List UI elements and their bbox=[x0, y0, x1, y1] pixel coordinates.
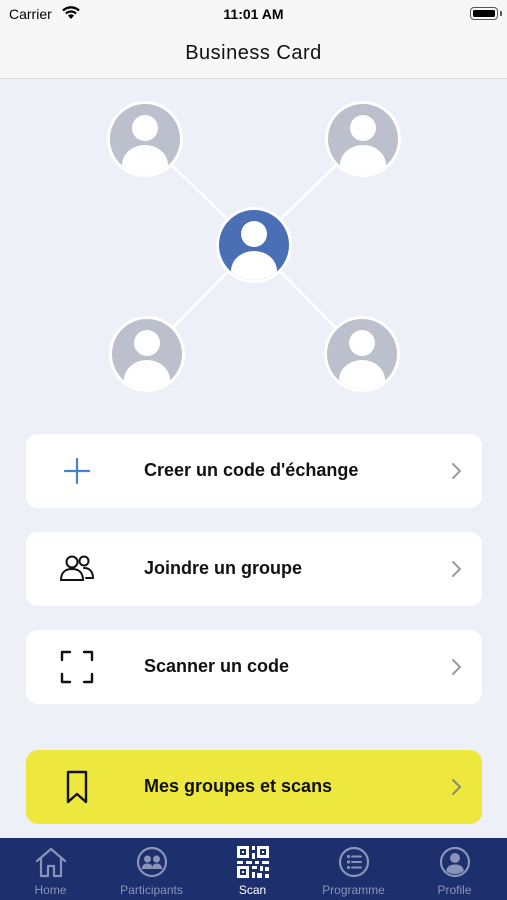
tab-home-label: Home bbox=[34, 883, 67, 897]
tab-programme-label: Programme bbox=[322, 883, 385, 897]
scan-code-label: Scanner un code bbox=[144, 656, 290, 676]
participants-icon bbox=[136, 846, 167, 878]
avatar-node-bottom-right bbox=[324, 316, 400, 392]
create-exchange-code-label: Creer un code d'échange bbox=[144, 460, 359, 480]
chevron-right-icon bbox=[452, 561, 461, 577]
scan-code-button[interactable]: Scanner un code bbox=[26, 630, 482, 704]
avatar-node-center bbox=[216, 207, 292, 283]
page-title: Business Card bbox=[185, 42, 322, 64]
network-illustration bbox=[107, 101, 401, 392]
join-group-label: Joindre un groupe bbox=[144, 558, 303, 578]
home-icon bbox=[35, 847, 66, 878]
chevron-right-icon bbox=[452, 463, 461, 479]
my-groups-and-scans-label: Mes groupes et scans bbox=[144, 776, 333, 796]
tab-scan[interactable]: Scan bbox=[202, 838, 303, 900]
my-groups-and-scans-button[interactable]: Mes groupes et scans bbox=[26, 750, 482, 824]
battery-icon bbox=[470, 7, 502, 20]
group-icon bbox=[59, 555, 95, 581]
tab-home[interactable]: Home bbox=[0, 838, 101, 900]
qr-code-icon bbox=[236, 846, 269, 878]
chevron-right-icon bbox=[452, 779, 461, 795]
join-group-button[interactable]: Joindre un groupe bbox=[26, 532, 482, 606]
tab-scan-label: Scan bbox=[238, 883, 267, 897]
avatar-node-top-left bbox=[107, 101, 183, 177]
tab-profile-label: Profile bbox=[437, 883, 472, 897]
avatar-node-bottom-left bbox=[109, 316, 185, 392]
bookmark-icon bbox=[66, 770, 88, 804]
tab-programme[interactable]: Programme bbox=[303, 838, 404, 900]
profile-icon bbox=[439, 846, 470, 878]
tab-profile[interactable]: Profile bbox=[404, 838, 505, 900]
tab-bar: Home Participants Scan Programme Profile bbox=[0, 838, 507, 900]
navigation-bar: Business Card bbox=[0, 30, 507, 79]
avatar-node-top-right bbox=[325, 101, 401, 177]
tab-participants[interactable]: Participants bbox=[101, 838, 202, 900]
clock: 11:01 AM bbox=[223, 6, 284, 22]
list-icon bbox=[338, 846, 369, 878]
scan-frame-icon bbox=[60, 650, 94, 684]
create-exchange-code-button[interactable]: Creer un code d'échange bbox=[26, 434, 482, 508]
tab-participants-label: Participants bbox=[120, 883, 183, 897]
chevron-right-icon bbox=[452, 659, 461, 675]
status-bar: Carrier 11:01 AM bbox=[0, 0, 507, 30]
plus-icon bbox=[63, 457, 91, 485]
